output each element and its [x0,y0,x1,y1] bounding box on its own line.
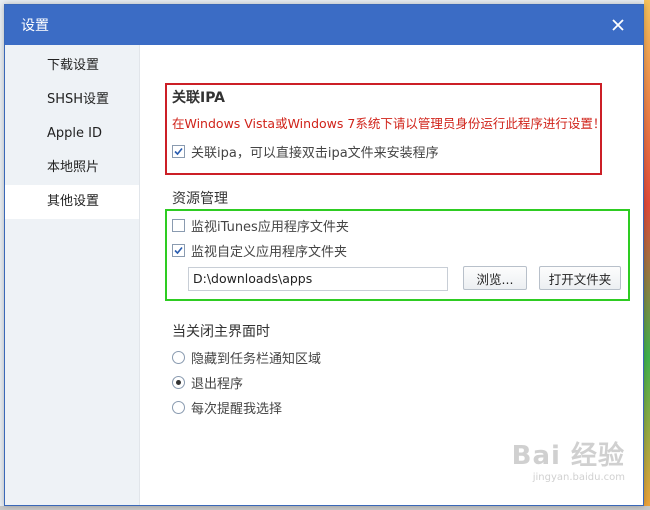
dialog-body: 下载设置 SHSH设置 Apple ID 本地照片 其他设置 关联IPA 在Wi… [5,45,643,505]
open-folder-button[interactable]: 打开文件夹 [539,266,621,290]
ask-each-time-radio[interactable] [172,400,185,414]
dialog-title: 设置 [21,18,49,34]
monitor-custom-label: 监视自定义应用程序文件夹 [191,244,348,260]
checkmark-icon [174,147,183,155]
on-close-option-hide-row[interactable]: 隐藏到任务栏通知区域 [172,345,321,369]
monitor-itunes-label: 监视iTunes应用程序文件夹 [191,219,349,235]
resources-title: 资源管理 [172,191,228,207]
associate-ipa-label: 关联ipa，可以直接双击ipa文件来安装程序 [191,145,439,161]
monitor-itunes-row[interactable]: 监视iTunes应用程序文件夹 [172,213,349,237]
sidebar-item-download[interactable]: 下载设置 [5,49,139,83]
custom-folder-path-input[interactable]: D:\downloads\apps [188,267,448,291]
sidebar-item-other[interactable]: 其他设置 [5,185,139,219]
monitor-itunes-checkbox[interactable] [172,218,185,232]
association-title: 关联IPA [172,90,226,106]
settings-dialog: 设置 下载设置 SHSH设置 Apple ID 本地照片 其他设置 关联IPA … [4,4,644,506]
on-close-option-exit-row[interactable]: 退出程序 [172,370,243,394]
monitor-custom-row[interactable]: 监视自定义应用程序文件夹 [172,238,347,262]
associate-ipa-checkbox[interactable] [172,144,185,158]
browse-button[interactable]: 浏览... [463,266,527,290]
on-close-option-ask-row[interactable]: 每次提醒我选择 [172,395,282,419]
hide-to-tray-label: 隐藏到任务栏通知区域 [191,351,322,367]
settings-sidebar: 下载设置 SHSH设置 Apple ID 本地照片 其他设置 [5,45,140,505]
ask-each-time-label: 每次提醒我选择 [191,401,283,417]
checkmark-icon [174,246,183,254]
close-icon [612,19,624,31]
associate-ipa-row[interactable]: 关联ipa，可以直接双击ipa文件来安装程序 [172,139,439,163]
watermark-text: Bai 经验 [511,441,625,471]
radio-selected-dot [176,379,181,385]
background-app-bottom [0,506,650,510]
baidu-watermark: Bai 经验 jingyan.baidu.com [512,435,625,483]
exit-program-label: 退出程序 [191,376,244,392]
close-button[interactable] [607,14,629,36]
watermark-sub: jingyan.baidu.com [532,472,625,483]
exit-program-radio[interactable] [172,375,185,389]
sidebar-item-shsh[interactable]: SHSH设置 [5,83,139,117]
hide-to-tray-radio[interactable] [172,350,185,364]
monitor-custom-checkbox[interactable] [172,243,185,257]
sidebar-item-local-photos[interactable]: 本地照片 [5,151,139,185]
admin-warning: 在Windows Vista或Windows 7系统下请以管理员身份运行此程序进… [172,116,606,131]
sidebar-item-apple-id[interactable]: Apple ID [5,117,139,151]
on-close-title: 当关闭主界面时 [172,324,270,340]
background-app-strip [644,0,650,510]
dialog-titlebar[interactable]: 设置 [5,5,643,45]
settings-content: 关联IPA 在Windows Vista或Windows 7系统下请以管理员身份… [140,45,643,505]
